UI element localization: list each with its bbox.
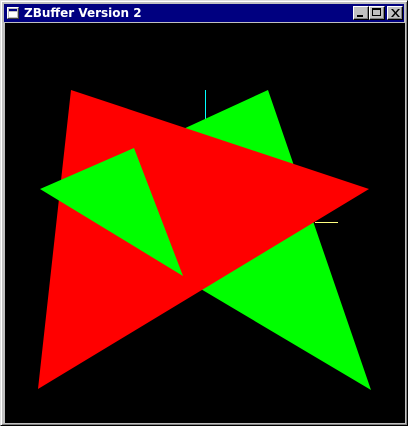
render-canvas[interactable] (5, 23, 405, 423)
app-window: ZBuffer Version 2 (0, 0, 408, 426)
app-window-icon[interactable] (7, 7, 19, 19)
zbuffer-scene (5, 23, 405, 423)
title-bar[interactable]: ZBuffer Version 2 (4, 4, 404, 22)
close-icon (391, 9, 400, 17)
close-button[interactable] (387, 6, 403, 20)
minimize-button[interactable] (353, 6, 369, 20)
window-title: ZBuffer Version 2 (24, 6, 142, 20)
maximize-button[interactable] (369, 6, 385, 20)
